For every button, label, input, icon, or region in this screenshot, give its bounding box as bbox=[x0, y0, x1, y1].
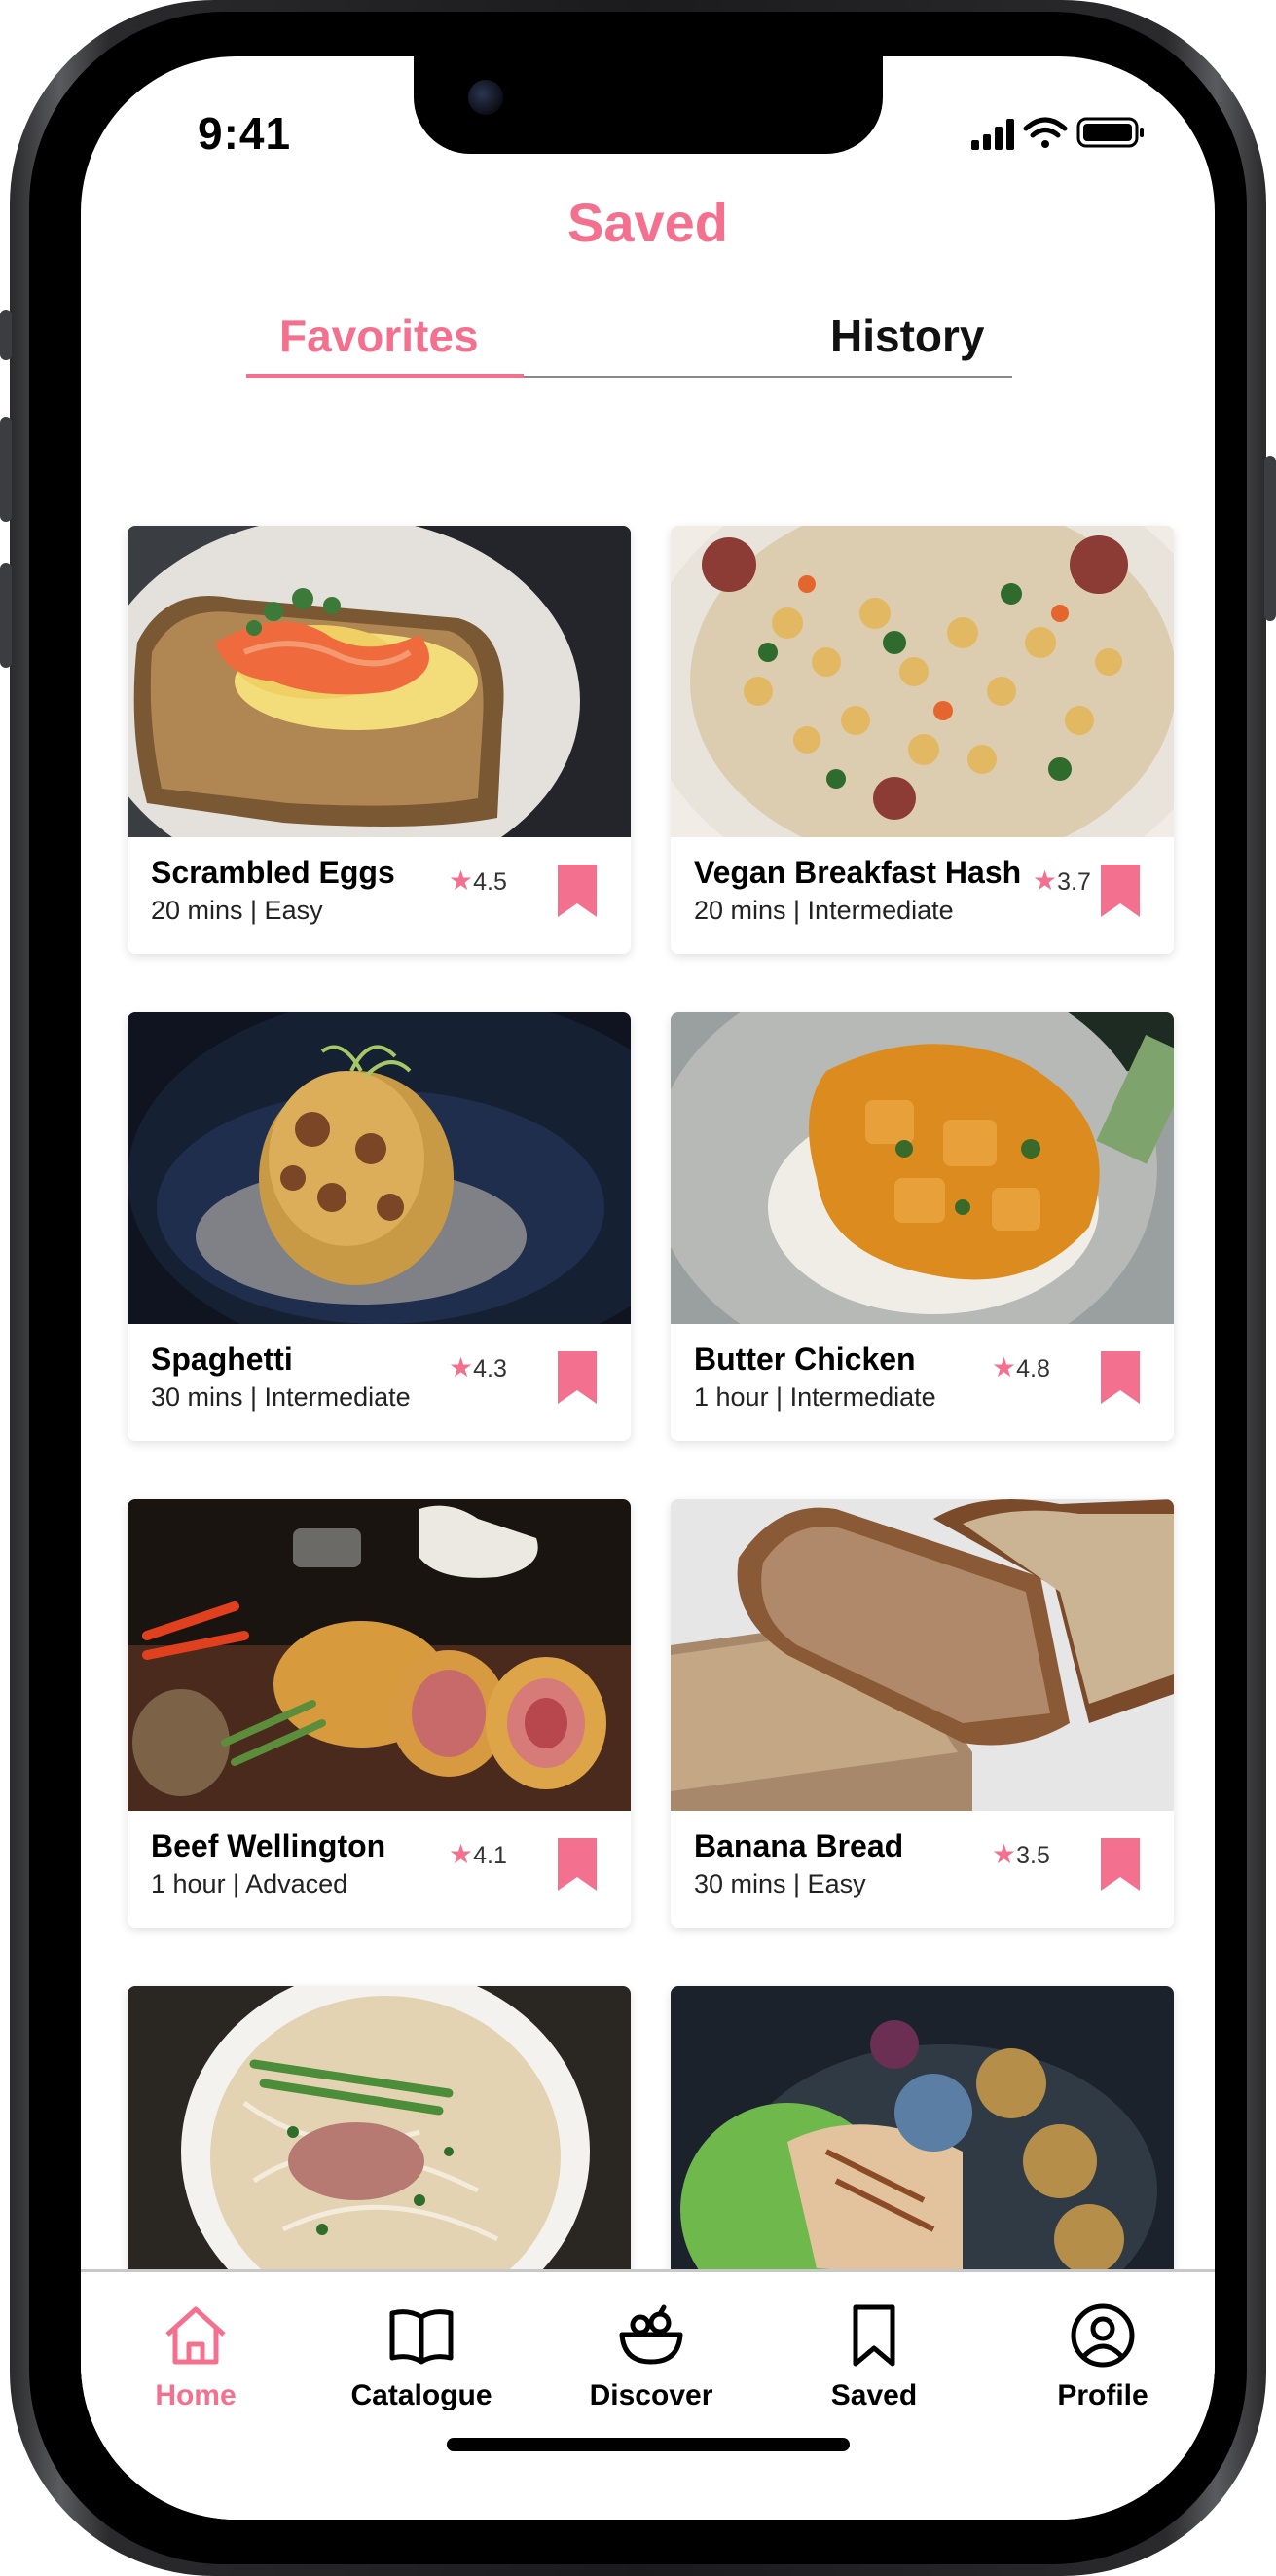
recipe-rating: ★3.7 bbox=[1033, 865, 1091, 897]
volume-down-button bbox=[0, 563, 12, 668]
page-title: Saved bbox=[567, 192, 728, 253]
nav-discover[interactable]: Discover bbox=[554, 2301, 748, 2412]
phone-frame: 9:41 Saved Favorites History Scrambled E… bbox=[0, 0, 1276, 2576]
star-icon: ★ bbox=[992, 1352, 1017, 1382]
recipe-card-butter-chicken[interactable]: Butter Chicken 1 hour | Intermediate ★4.… bbox=[671, 1012, 1174, 1441]
recipe-photo bbox=[671, 526, 1174, 837]
recipe-name: Spaghetti bbox=[151, 1342, 293, 1377]
mute-switch bbox=[0, 310, 12, 360]
active-tab-indicator bbox=[246, 374, 524, 378]
tab-bar: Favorites History bbox=[246, 310, 1012, 378]
screen: 9:41 Saved Favorites History Scrambled E… bbox=[81, 56, 1215, 2520]
recipe-card-beef-wellington[interactable]: Beef Wellington 1 hour | Advaced ★4.1 bbox=[128, 1499, 631, 1928]
recipe-meta: 20 mins | Intermediate bbox=[694, 896, 954, 925]
nav-label: Catalogue bbox=[350, 2379, 492, 2411]
recipe-rating: ★3.5 bbox=[992, 1838, 1050, 1870]
nav-label: Home bbox=[155, 2379, 237, 2411]
recipe-meta: 1 hour | Advaced bbox=[151, 1869, 348, 1898]
bookmark-icon[interactable] bbox=[1099, 863, 1142, 919]
star-icon: ★ bbox=[449, 1839, 474, 1869]
nav-label: Profile bbox=[1057, 2379, 1148, 2411]
bookmark-icon[interactable] bbox=[1099, 1836, 1142, 1893]
rating-value: 4.5 bbox=[473, 868, 507, 896]
bookmark-icon[interactable] bbox=[556, 1349, 599, 1406]
recipe-photo bbox=[671, 1499, 1174, 1811]
nav-saved[interactable]: Saved bbox=[777, 2301, 971, 2412]
recipe-meta: 1 hour | Intermediate bbox=[694, 1382, 936, 1412]
rating-value: 4.1 bbox=[473, 1842, 507, 1869]
rating-value: 3.5 bbox=[1016, 1842, 1050, 1869]
recipe-meta: 30 mins | Intermediate bbox=[151, 1382, 411, 1412]
recipe-name: Banana Bread bbox=[694, 1828, 904, 1863]
recipe-name: Butter Chicken bbox=[694, 1342, 916, 1377]
recipe-photo bbox=[671, 1986, 1174, 2298]
rating-value: 4.3 bbox=[473, 1355, 507, 1382]
recipe-photo bbox=[671, 1012, 1174, 1324]
signal-icon bbox=[971, 119, 1014, 150]
recipe-photo bbox=[128, 1012, 631, 1324]
recipe-rating: ★4.5 bbox=[449, 865, 507, 897]
notch bbox=[414, 56, 883, 154]
recipe-rating: ★4.1 bbox=[449, 1838, 507, 1870]
volume-up-button bbox=[0, 417, 12, 522]
nav-label: Saved bbox=[830, 2379, 918, 2411]
recipe-card-spaghetti[interactable]: Spaghetti 30 mins | Intermediate ★4.3 bbox=[128, 1012, 631, 1441]
recipe-rating: ★4.8 bbox=[992, 1351, 1050, 1383]
nav-home[interactable]: Home bbox=[98, 2301, 293, 2412]
recipe-name: Vegan Breakfast Hash bbox=[694, 855, 1022, 890]
rating-value: 3.7 bbox=[1057, 868, 1091, 896]
nav-label: Discover bbox=[589, 2379, 713, 2411]
recipe-photo bbox=[128, 1986, 631, 2298]
star-icon: ★ bbox=[449, 1352, 474, 1382]
bookmark-icon bbox=[853, 2304, 895, 2367]
bottom-nav: Home Catalogue Discover Saved Profile bbox=[81, 2269, 1215, 2520]
bookmark-icon[interactable] bbox=[556, 1836, 599, 1893]
user-icon bbox=[1071, 2303, 1135, 2368]
bowl-icon bbox=[619, 2304, 683, 2365]
status-time: 9:41 bbox=[198, 108, 292, 159]
recipe-card-scrambled-eggs[interactable]: Scrambled Eggs 20 mins | Easy ★4.5 bbox=[128, 526, 631, 954]
rating-value: 4.8 bbox=[1016, 1355, 1050, 1382]
recipe-card-vegan-breakfast-hash[interactable]: Vegan Breakfast Hash 20 mins | Intermedi… bbox=[671, 526, 1174, 954]
recipe-photo bbox=[128, 1499, 631, 1811]
power-button bbox=[1264, 456, 1276, 621]
recipe-name: Scrambled Eggs bbox=[151, 855, 395, 890]
bookmark-icon[interactable] bbox=[1099, 1349, 1142, 1406]
status-icons bbox=[971, 113, 1147, 152]
home-icon bbox=[165, 2306, 226, 2365]
home-indicator bbox=[447, 2438, 850, 2451]
recipe-card-banana-bread[interactable]: Banana Bread 30 mins | Easy ★3.5 bbox=[671, 1499, 1174, 1928]
star-icon: ★ bbox=[992, 1839, 1017, 1869]
recipe-rating: ★4.3 bbox=[449, 1351, 507, 1383]
tab-favorites[interactable]: Favorites bbox=[279, 310, 479, 362]
camera-icon bbox=[468, 80, 503, 115]
book-icon bbox=[389, 2309, 454, 2365]
bookmark-icon[interactable] bbox=[556, 863, 599, 919]
tab-history[interactable]: History bbox=[830, 310, 984, 362]
star-icon: ★ bbox=[1033, 865, 1058, 896]
nav-profile[interactable]: Profile bbox=[1005, 2301, 1200, 2412]
recipe-meta: 30 mins | Easy bbox=[694, 1869, 866, 1898]
wifi-icon bbox=[1023, 117, 1068, 148]
recipe-name: Beef Wellington bbox=[151, 1828, 386, 1863]
nav-catalogue[interactable]: Catalogue bbox=[324, 2301, 519, 2412]
battery-icon bbox=[1076, 117, 1144, 148]
recipe-meta: 20 mins | Easy bbox=[151, 896, 323, 925]
star-icon: ★ bbox=[449, 865, 474, 896]
recipe-photo bbox=[128, 526, 631, 837]
